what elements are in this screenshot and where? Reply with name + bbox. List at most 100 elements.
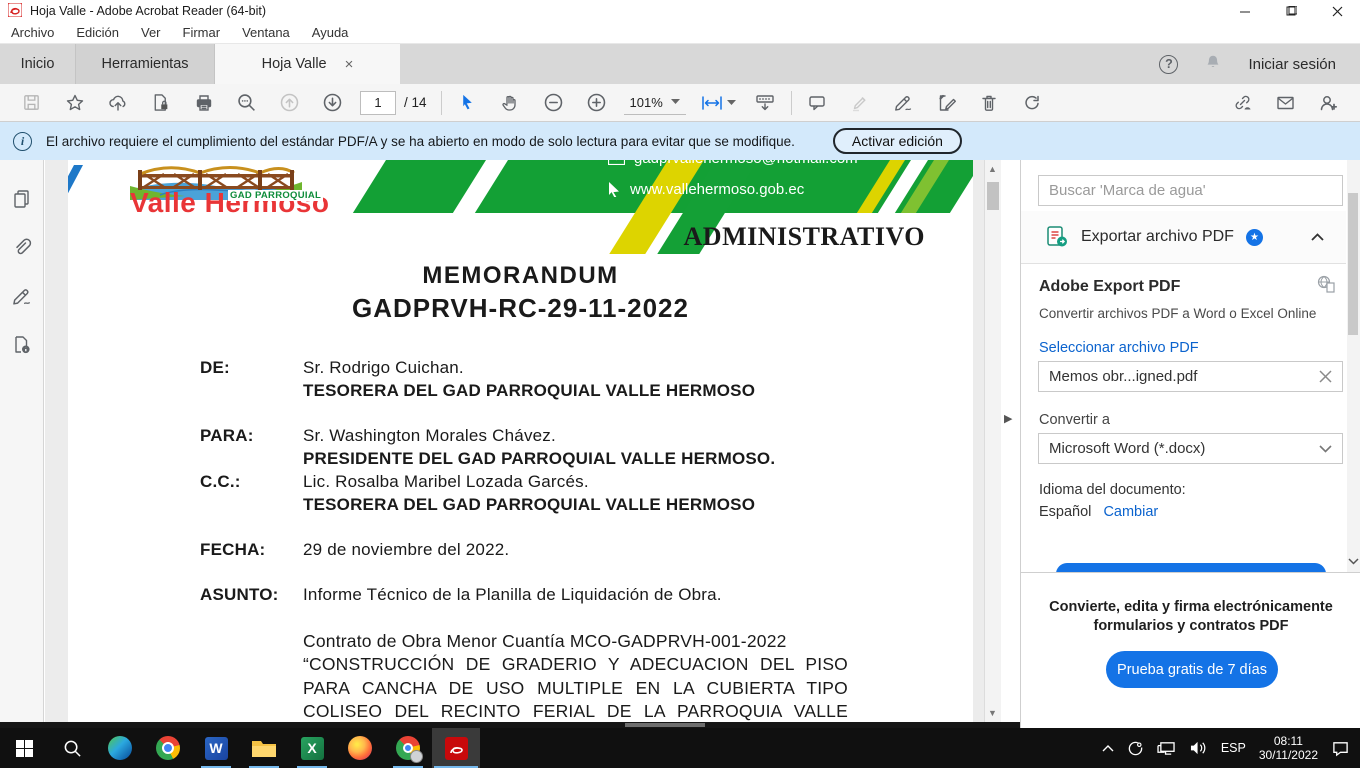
fill-sign-icon[interactable] [925,93,968,113]
pdfa-notice-bar: i El archivo requiere el cumplimiento de… [0,122,1360,160]
menu-edicion[interactable]: Edición [65,25,130,40]
expand-right-panel-icon[interactable]: ▶ [1004,412,1012,425]
export-pdf-row[interactable]: Exportar archivo PDF ★ [1021,211,1346,264]
selected-file-field[interactable]: Memos obr...igned.pdf [1038,361,1343,392]
keyboard-language[interactable]: ESP [1221,741,1246,755]
panel-subtitle: Convertir archivos PDF a Word o Excel On… [1039,306,1316,321]
chevron-up-icon[interactable] [1311,233,1324,241]
field-fecha-label: FECHA: [200,540,265,560]
clear-file-icon[interactable] [1319,370,1332,383]
print-icon[interactable] [182,93,225,113]
signatures-icon[interactable] [11,286,33,312]
field-cc-label: C.C.: [200,472,241,492]
tab-herramientas[interactable]: Herramientas [75,44,215,84]
change-language-link[interactable]: Cambiar [1103,504,1158,520]
scrollbar-thumb[interactable] [987,182,999,210]
format-value: Microsoft Word (*.docx) [1049,440,1205,457]
minimize-button[interactable] [1222,0,1268,22]
delete-icon[interactable] [968,93,1011,113]
close-button[interactable] [1314,0,1360,22]
tab-inicio[interactable]: Inicio [0,44,75,84]
tab-bar: Inicio Herramientas Hoja Valle × ? Inici… [0,44,1360,84]
comment-icon[interactable] [796,93,839,113]
sidebar-scrollbar[interactable] [1347,160,1360,572]
logo-subtitle: GAD PARROQUIAL [228,190,323,201]
add-person-icon[interactable] [1307,93,1350,113]
page-number-input[interactable] [360,91,396,115]
convert-button-partial[interactable] [1056,563,1326,572]
help-icon[interactable]: ? [1159,55,1178,74]
menu-ventana[interactable]: Ventana [231,25,301,40]
taskbar-edge-icon[interactable] [96,728,144,768]
cloud-upload-icon[interactable] [96,93,139,113]
menu-firmar[interactable]: Firmar [172,25,232,40]
select-pdf-link[interactable]: Seleccionar archivo PDF [1039,340,1199,356]
rotate-icon[interactable] [1011,93,1054,113]
network-icon[interactable] [1157,740,1176,756]
page-lock-icon[interactable] [139,93,182,112]
export-pdf-label: Exportar archivo PDF [1081,228,1234,246]
document-info-icon[interactable] [11,334,33,361]
email-icon[interactable] [1264,93,1307,113]
zoom-level-control[interactable]: 101% [624,91,686,115]
previous-page-icon[interactable] [268,92,311,113]
presentation-mode-icon[interactable] [744,93,787,113]
taskbar-explorer-icon[interactable] [240,728,288,768]
field-de-role: TESORERA DEL GAD PARROQUIAL VALLE HERMOS… [303,381,755,401]
scroll-down-icon[interactable]: ▼ [988,708,997,718]
left-panel-strip [0,160,44,722]
document-scrollbar[interactable]: ▲ ▼ [984,160,1001,722]
zoom-in-icon[interactable] [575,92,618,113]
bell-icon[interactable] [1204,53,1222,75]
tab-close-icon[interactable]: × [345,56,354,73]
document-pane[interactable]: gadprvallehermoso@hotmail.com www.valleh… [45,160,984,722]
taskbar-excel-icon[interactable]: X [288,728,336,768]
sign-pen-icon[interactable] [882,93,925,113]
menu-ayuda[interactable]: Ayuda [301,25,360,40]
tray-app-icon[interactable] [1127,740,1144,757]
search-icon[interactable] [225,92,268,113]
convert-to-label: Convertir a [1039,412,1110,428]
horizontal-scrollbar-thumb[interactable] [625,723,705,727]
tray-chevron-up-icon[interactable] [1102,744,1114,752]
zoom-out-icon[interactable] [532,92,575,113]
menu-ver[interactable]: Ver [130,25,172,40]
taskbar-acrobat-icon[interactable] [432,728,480,768]
free-trial-button[interactable]: Prueba gratis de 7 días [1106,651,1278,688]
taskbar-firefox-icon[interactable] [336,728,384,768]
sidebar-scroll-down-icon[interactable] [1348,558,1359,565]
enable-editing-button[interactable]: Activar edición [833,128,962,154]
volume-icon[interactable] [1189,740,1208,756]
taskbar-chrome-icon[interactable] [144,728,192,768]
hand-tool-icon[interactable] [489,93,532,113]
section-heading: ADMINISTRATIVO [684,222,925,252]
page-thumbnails-icon[interactable] [11,188,33,215]
next-page-icon[interactable] [311,92,354,113]
clock[interactable]: 08:11 30/11/2022 [1259,734,1318,762]
field-cc-role: TESORERA DEL GAD PARROQUIAL VALLE HERMOS… [303,495,755,515]
star-icon[interactable] [53,93,96,113]
taskbar-search-icon[interactable] [48,728,96,768]
share-link-icon[interactable] [1221,93,1264,113]
taskbar-chrome-profile-icon[interactable] [384,728,432,768]
highlight-icon[interactable] [839,93,882,113]
tab-herramientas-label: Herramientas [101,56,188,72]
save-icon[interactable] [10,93,53,112]
tab-hoja-valle[interactable]: Hoja Valle × [215,44,400,84]
panel-title: Adobe Export PDF [1039,278,1180,296]
format-dropdown[interactable]: Microsoft Word (*.docx) [1038,433,1343,464]
start-button[interactable] [0,728,48,768]
action-center-icon[interactable] [1331,740,1350,757]
select-tool-icon[interactable] [446,93,489,112]
body-line: PARA CANCHA DE USO MULTIPLE EN LA CUBIER… [303,678,848,701]
fit-width-icon[interactable] [692,93,744,113]
sidebar-scrollbar-thumb[interactable] [1348,193,1358,335]
attachments-icon[interactable] [11,237,33,264]
menu-archivo[interactable]: Archivo [0,25,65,40]
maximize-button[interactable] [1268,0,1314,22]
scroll-up-icon[interactable]: ▲ [988,164,997,174]
taskbar-word-icon[interactable]: W [192,728,240,768]
search-tools-input[interactable] [1038,175,1343,206]
sign-in-link[interactable]: Iniciar sesión [1248,56,1336,73]
pdf-page: gadprvallehermoso@hotmail.com www.valleh… [68,160,973,722]
